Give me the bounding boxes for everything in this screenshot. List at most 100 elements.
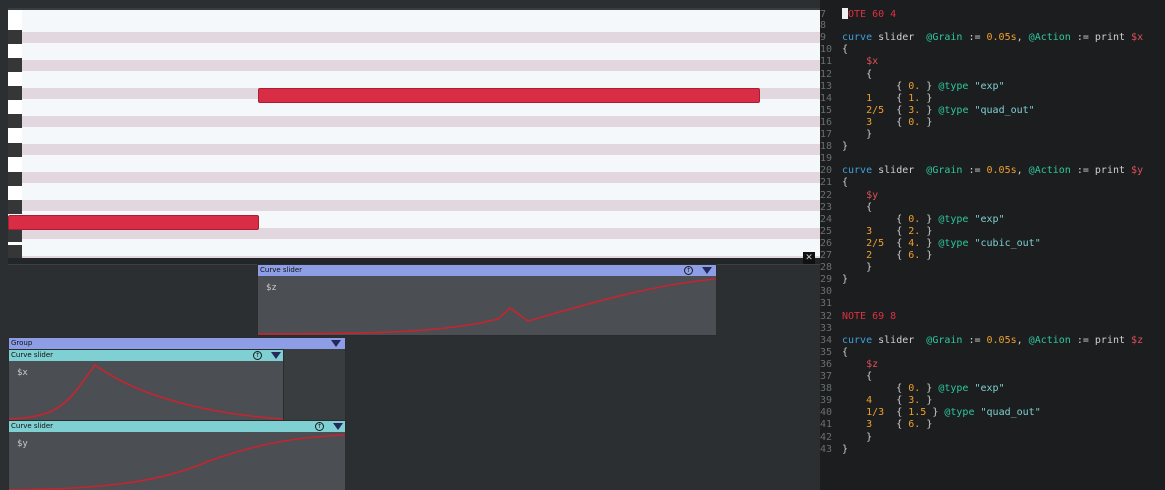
code-line[interactable]: 40 1/3 { 1.5 } @type "quad_out" (820, 407, 1041, 419)
code-line[interactable]: 36 $z (820, 359, 878, 371)
pitch-lane (22, 172, 820, 183)
line-number: 21 (820, 177, 833, 189)
code-line[interactable]: 33 (820, 323, 842, 335)
piano-black-key (8, 245, 22, 259)
curve-slider-panel[interactable]: Curve slider ↑ $y (8, 420, 346, 490)
code-text: { (842, 201, 873, 213)
curve-slider-panel[interactable]: Curve slider ↑ $z (257, 264, 717, 336)
code-line[interactable]: 37 { (820, 371, 872, 383)
code-line[interactable]: 10 { (820, 44, 848, 56)
curve-slider-panel[interactable]: Curve slider ↑ $x (8, 349, 284, 421)
code-text: { (842, 44, 849, 56)
curve-plot[interactable] (9, 362, 283, 420)
code-line[interactable]: 9 curve slider @Grain := 0.05s, @Action :… (820, 32, 1143, 44)
expand-circle-icon[interactable]: ↑ (315, 422, 324, 431)
expand-circle-icon[interactable]: ↑ (684, 266, 693, 275)
code-line[interactable]: 35 { (820, 347, 848, 359)
code-line[interactable]: 19 (820, 153, 842, 165)
code-line[interactable]: 18} (820, 141, 848, 153)
code-line[interactable]: 23 { (820, 202, 872, 214)
code-line[interactable]: 13 { 0. } @type "exp" (820, 81, 1005, 93)
line-number: 38 (820, 383, 833, 395)
code-line[interactable]: 22 $y (820, 190, 878, 202)
code-text: 3 { 6. } (866, 419, 933, 431)
code-line[interactable]: 17 } (820, 129, 872, 141)
code-text: } (842, 141, 849, 153)
line-number: 35 (820, 346, 833, 358)
code-line[interactable]: 20 curve slider @Grain := 0.05s, @Action … (820, 165, 1143, 177)
line-number: 14 (820, 92, 833, 104)
code-line[interactable]: 38 { 0. } @type "exp" (820, 383, 1005, 395)
line-number: 8 (820, 20, 827, 32)
pitch-lane (22, 116, 820, 127)
code-line[interactable]: 8 (820, 20, 842, 32)
code-text: 2/5 { 3. } @type "quad_out" (866, 104, 1035, 116)
line-number: 13 (820, 80, 833, 92)
code-line[interactable]: 41 3 { 6. } (820, 419, 932, 431)
line-number: 20 (820, 165, 833, 177)
line-number: 31 (820, 298, 833, 310)
group-header[interactable]: Group (9, 338, 345, 349)
code-line[interactable]: 24 { 0. } @type "exp" (820, 214, 1005, 226)
code-line[interactable]: 16 3 { 0. } (820, 117, 932, 129)
collapse-triangle-icon[interactable] (702, 267, 712, 274)
code-line[interactable]: 32 NOTE 69 8 (820, 311, 896, 323)
code-line[interactable]: 30 (820, 286, 842, 298)
line-number: 32 (820, 310, 833, 322)
piano-roll[interactable] (8, 8, 820, 260)
code-text: } (842, 431, 873, 443)
code-line[interactable]: 12 { (820, 69, 872, 81)
collapse-triangle-icon[interactable] (333, 423, 343, 430)
code-line[interactable]: 7 OTE 60 4 (820, 8, 896, 20)
code-line[interactable]: 34 curve slider @Grain := 0.05s, @Action … (820, 335, 1143, 347)
code-line[interactable]: 14 1 { 1. } (820, 93, 932, 105)
line-number: 22 (820, 189, 833, 201)
panel-header[interactable]: Curve slider ↑ (9, 421, 345, 432)
code-text: 1/3 { 1.5 } @type "quad_out" (866, 407, 1041, 419)
code-line[interactable]: 29} (820, 274, 848, 286)
code-line[interactable]: 43} (820, 444, 848, 456)
code-editor[interactable]: 7 OTE 60 4 8 9 curve slider @Grain := 0.05s,… (820, 0, 1165, 490)
collapse-triangle-icon[interactable] (271, 352, 281, 359)
line-number: 27 (820, 250, 833, 261)
note-block[interactable] (8, 215, 259, 230)
pitch-lane (22, 32, 820, 43)
line-number: 30 (820, 286, 833, 298)
code-line[interactable]: 11 $x (820, 56, 878, 68)
code-text: 2/5 { 4. } @type "cubic_out" (866, 237, 1041, 249)
code-text: { 0. } @type "exp" (842, 80, 1005, 92)
line-number: 10 (820, 44, 833, 56)
code-line[interactable]: 28 } (820, 262, 872, 274)
curve-plot[interactable] (9, 433, 345, 490)
code-text: { (842, 371, 873, 382)
note-block[interactable] (258, 88, 760, 103)
code-line[interactable]: 39 4 { 3. } (820, 395, 932, 407)
code-line[interactable]: 21 { (820, 177, 848, 189)
piano-black-key (8, 86, 22, 100)
code-text: } (842, 262, 873, 274)
close-icon[interactable]: ✕ (803, 252, 815, 264)
piano-black-key (8, 114, 22, 128)
code-line[interactable]: 27 2 { 6. } (820, 250, 932, 262)
code-line[interactable]: 25 3 { 2. } (820, 226, 932, 238)
expand-circle-icon[interactable]: ↑ (253, 351, 262, 360)
collapse-triangle-icon[interactable] (331, 340, 341, 347)
code-line[interactable]: 15 2/5 { 3. } @type "quad_out" (820, 105, 1035, 117)
code-text: 2 { 6. } (866, 250, 933, 261)
panel-header[interactable]: Curve slider ↑ (9, 350, 283, 361)
piano-black-key (8, 30, 22, 44)
code-line[interactable]: 42 } (820, 432, 872, 444)
code-text: NOTE 69 8 (842, 310, 897, 322)
code-text: $x (866, 56, 879, 68)
code-text: curve slider @Grain := 0.05s, @Action :=… (842, 165, 1144, 177)
curve-plot[interactable] (258, 277, 716, 335)
code-line[interactable]: 26 2/5 { 4. } @type "cubic_out" (820, 238, 1041, 250)
code-line[interactable]: 31 (820, 298, 842, 310)
piano-black-key (8, 200, 22, 214)
code-text: 3 { 2. } (866, 225, 933, 237)
line-number: 19 (820, 153, 833, 165)
line-number: 33 (820, 322, 833, 334)
panel-header[interactable]: Curve slider ↑ (258, 265, 716, 276)
line-number: 43 (820, 443, 833, 455)
code-text: { (842, 68, 873, 80)
